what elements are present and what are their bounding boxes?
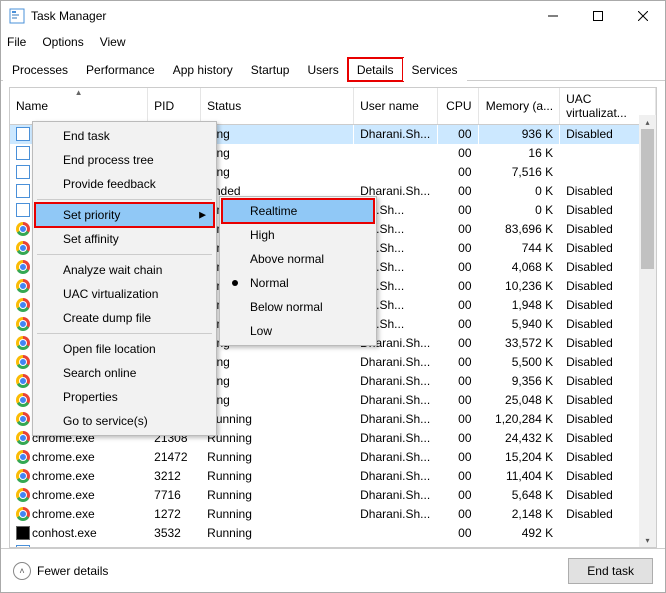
menu-item-open-file-location[interactable]: Open file location [35,337,214,361]
tab-performance[interactable]: Performance [77,58,164,81]
bottom-bar: ˄ Fewer details End task [1,548,665,592]
menu-item-low[interactable]: Low [222,319,374,343]
col-memory[interactable]: Memory (a... [478,88,560,125]
menu-item-below-normal[interactable]: Below normal [222,295,374,319]
tab-processes[interactable]: Processes [3,58,77,81]
separator [37,333,212,334]
fewer-details-label[interactable]: Fewer details [37,564,108,578]
menu-item-above-normal[interactable]: Above normal [222,247,374,271]
process-icon [16,165,30,179]
menu-item-realtime[interactable]: Realtime [222,199,374,223]
tab-startup[interactable]: Startup [242,58,299,81]
priority-submenu: RealtimeHighAbove normalNormalBelow norm… [219,196,377,346]
scroll-thumb[interactable] [641,129,654,269]
process-icon [16,507,30,521]
process-icon [16,488,30,502]
menu-item-provide-feedback[interactable]: Provide feedback [35,172,214,196]
menubar: File Options View [1,31,665,53]
table-row[interactable]: conhost.exe3532Running00492 K [10,524,656,543]
sort-arrow-icon: ▲ [75,88,83,97]
end-task-button[interactable]: End task [568,558,653,584]
menu-item-end-task[interactable]: End task [35,124,214,148]
process-icon [16,469,30,483]
menu-view[interactable]: View [100,35,126,49]
process-icon [16,450,30,464]
radio-dot-icon [232,280,238,286]
tabs: ProcessesPerformanceApp historyStartupUs… [1,57,665,81]
context-menu: End taskEnd process treeProvide feedback… [32,121,217,436]
process-icon [16,146,30,160]
process-icon [16,222,30,236]
process-icon [16,184,30,198]
tab-users[interactable]: Users [298,58,347,81]
menu-file[interactable]: File [7,35,26,49]
tab-details[interactable]: Details [348,58,403,81]
task-manager-icon [9,8,25,24]
scrollbar[interactable]: ▴ ▾ [639,115,656,547]
menu-item-set-priority[interactable]: Set priority▶ [35,203,214,227]
scroll-up-icon[interactable]: ▴ [639,115,656,129]
menu-item-high[interactable]: High [222,223,374,247]
minimize-button[interactable] [530,1,575,31]
col-pid[interactable]: PID [148,88,201,125]
process-icon [16,374,30,388]
menu-item-search-online[interactable]: Search online [35,361,214,385]
process-icon [16,431,30,445]
menu-item-uac-virtualization[interactable]: UAC virtualization [35,282,214,306]
col-cpu[interactable]: CPU [437,88,478,125]
process-icon [16,526,30,540]
table-row[interactable]: chrome.exe21472RunningDharani.Sh...0015,… [10,448,656,467]
separator [37,199,212,200]
process-icon [16,279,30,293]
maximize-button[interactable] [575,1,620,31]
menu-item-create-dump-file[interactable]: Create dump file [35,306,214,330]
separator [37,254,212,255]
process-icon [16,241,30,255]
menu-options[interactable]: Options [42,35,83,49]
menu-item-analyze-wait-chain[interactable]: Analyze wait chain [35,258,214,282]
menu-item-normal[interactable]: Normal [222,271,374,295]
tab-app-history[interactable]: App history [164,58,242,81]
window-title: Task Manager [31,9,530,23]
process-icon [16,127,30,141]
tab-services[interactable]: Services [403,58,467,81]
table-row[interactable]: chrome.exe7716RunningDharani.Sh...005,64… [10,486,656,505]
titlebar: Task Manager [1,1,665,31]
col-status[interactable]: Status [201,88,354,125]
menu-item-go-to-service-s-[interactable]: Go to service(s) [35,409,214,433]
close-button[interactable] [620,1,665,31]
table-row[interactable]: chrome.exe1272RunningDharani.Sh...002,14… [10,505,656,524]
fewer-details-toggle[interactable]: ˄ [13,562,31,580]
col-name[interactable]: Name▲ [10,88,148,125]
menu-item-end-process-tree[interactable]: End process tree [35,148,214,172]
menu-item-properties[interactable]: Properties [35,385,214,409]
process-icon [16,393,30,407]
col-user[interactable]: User name [354,88,438,125]
process-icon [16,298,30,312]
process-icon [16,355,30,369]
table-row[interactable]: chrome.exe3212RunningDharani.Sh...0011,4… [10,467,656,486]
process-icon [16,203,30,217]
menu-item-set-affinity[interactable]: Set affinity [35,227,214,251]
scroll-down-icon[interactable]: ▾ [639,533,656,547]
process-icon [16,412,30,426]
process-icon [16,260,30,274]
process-icon [16,317,30,331]
submenu-arrow-icon: ▶ [199,210,206,221]
process-icon [16,336,30,350]
